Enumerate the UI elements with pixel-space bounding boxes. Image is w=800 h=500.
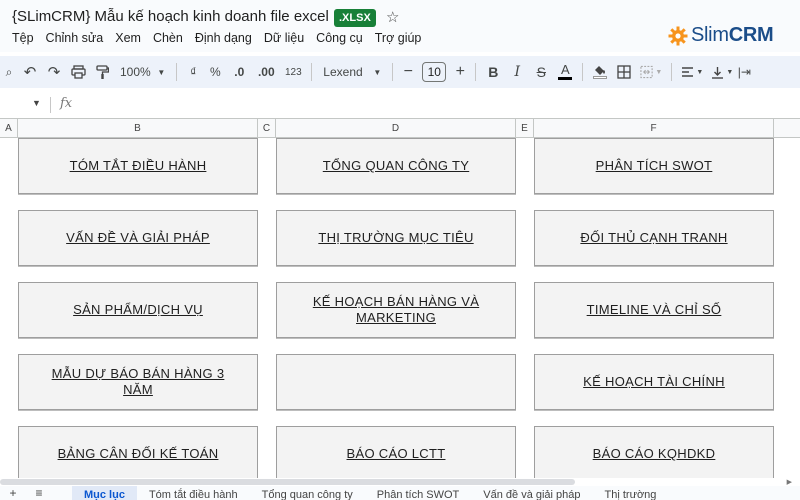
toolbar-divider: [176, 63, 178, 81]
chevron-down-icon: ▼: [696, 68, 704, 76]
menu-insert[interactable]: Chèn: [147, 31, 189, 45]
sheet-grid: TÓM TẮT ĐIỀU HÀNH TỔNG QUAN CÔNG TY PHÂN…: [0, 138, 800, 478]
chevron-down-icon: ▼: [655, 68, 663, 76]
borders-icon[interactable]: [612, 60, 636, 84]
menu-bar: Tệp Chỉnh sửa Xem Chèn Định dạng Dữ liệu…: [6, 31, 427, 45]
search-menus-icon[interactable]: ⌕: [0, 60, 18, 84]
italic-icon[interactable]: I: [505, 60, 529, 84]
decrease-font-size-button[interactable]: −: [398, 60, 418, 84]
card-products-services[interactable]: SẢN PHẨM/DỊCH VỤ: [18, 282, 258, 338]
sheet-tab-market[interactable]: Thị trường: [593, 486, 669, 500]
card-cash-flow-report[interactable]: BÁO CÁO LCTT: [276, 426, 516, 478]
formula-bar: ▼ fx: [0, 92, 800, 118]
redo-icon[interactable]: ↷: [42, 60, 66, 84]
column-header-d[interactable]: D: [276, 119, 516, 138]
menu-edit[interactable]: Chỉnh sửa: [40, 31, 110, 45]
strikethrough-icon[interactable]: S: [529, 60, 553, 84]
sheet-tab-swot[interactable]: Phân tích SWOT: [365, 486, 472, 500]
all-sheets-icon[interactable]: ≡: [26, 486, 52, 500]
toolbar-divider: [582, 63, 584, 81]
sheet-tabs-bar: + ≡ Mục lục Tóm tắt điều hành Tổng quan …: [0, 486, 800, 500]
menu-help[interactable]: Trợ giúp: [369, 31, 428, 45]
vertical-align-icon[interactable]: ▼: [707, 60, 737, 84]
text-wrapping-icon[interactable]: |⇥: [737, 60, 751, 84]
menu-data[interactable]: Dữ liệu: [258, 31, 310, 45]
number-format-button[interactable]: 123: [280, 60, 306, 84]
card-empty: [276, 354, 516, 410]
menu-file[interactable]: Tệp: [6, 31, 40, 45]
column-header-a[interactable]: A: [0, 119, 18, 138]
chevron-down-icon: ▼: [157, 67, 166, 77]
file-type-badge: .XLSX: [334, 9, 376, 27]
document-title[interactable]: {SLimCRM} Mẫu kế hoạch kinh doanh file e…: [12, 8, 329, 25]
toolbar-divider: [671, 63, 673, 81]
card-problem-solution[interactable]: VẤN ĐỀ VÀ GIẢI PHÁP: [18, 210, 258, 266]
chevron-down-icon: ▼: [726, 68, 734, 76]
gear-icon: [668, 26, 688, 45]
chevron-down-icon: ▼: [373, 67, 382, 77]
card-balance-sheet[interactable]: BẢNG CÂN ĐỐI KẾ TOÁN: [18, 426, 258, 478]
sheet-tab-company-overview[interactable]: Tổng quan công ty: [250, 486, 365, 500]
horizontal-align-icon[interactable]: ▼: [677, 60, 707, 84]
slimcrm-logo: SlimCRM: [668, 24, 774, 47]
toolbar: ⌕ ↶ ↷ 100% ▼ ₫ % .0 .00 123 Lexend ▼ − 10…: [0, 56, 800, 88]
text-color-icon[interactable]: A: [553, 60, 577, 84]
bold-icon[interactable]: B: [481, 60, 505, 84]
brand-name: SlimCRM: [691, 24, 774, 46]
card-sales-marketing-plan[interactable]: KẾ HOẠCH BÁN HÀNG VÀ MARKETING: [276, 282, 516, 338]
menu-tools[interactable]: Công cụ: [310, 31, 369, 45]
sheet-tab-table-of-contents[interactable]: Mục lục: [72, 486, 137, 500]
font-size-field[interactable]: 10: [418, 60, 450, 84]
column-header-c[interactable]: C: [258, 119, 276, 138]
currency-format-button[interactable]: ₫: [182, 60, 204, 84]
card-financial-plan[interactable]: KẾ HOẠCH TÀI CHÍNH: [534, 354, 774, 410]
fill-color-icon[interactable]: [588, 60, 612, 84]
title-bar: {SLimCRM} Mẫu kế hoạch kinh doanh file e…: [0, 0, 800, 52]
font-select[interactable]: Lexend ▼: [317, 60, 387, 84]
decrease-decimal-button[interactable]: .0: [226, 60, 252, 84]
toolbar-divider: [392, 63, 394, 81]
menu-view[interactable]: Xem: [109, 31, 147, 45]
sheet-tab-problem-solution[interactable]: Vấn đề và giải pháp: [471, 486, 592, 500]
increase-font-size-button[interactable]: +: [450, 60, 470, 84]
column-header-e[interactable]: E: [516, 119, 534, 138]
font-name: Lexend: [323, 65, 363, 79]
column-header-b[interactable]: B: [18, 119, 258, 138]
toolbar-divider: [475, 63, 477, 81]
menu-format[interactable]: Định dạng: [189, 31, 258, 45]
card-executive-summary[interactable]: TÓM TẮT ĐIỀU HÀNH: [18, 138, 258, 194]
percent-format-button[interactable]: %: [204, 60, 226, 84]
zoom-value: 100%: [120, 65, 151, 79]
scrollbar-thumb[interactable]: [0, 479, 575, 485]
merge-cells-icon[interactable]: ▼: [636, 60, 666, 84]
horizontal-scrollbar[interactable]: ▶: [0, 478, 800, 486]
star-icon[interactable]: ☆: [386, 8, 399, 26]
toolbar-divider: [311, 63, 313, 81]
card-income-statement[interactable]: BÁO CÁO KQHDKD: [534, 426, 774, 478]
zoom-select[interactable]: 100% ▼: [114, 60, 171, 84]
name-box-chevron-icon[interactable]: ▼: [32, 98, 41, 108]
column-header-f[interactable]: F: [534, 119, 774, 138]
column-headers: A B C D E F: [0, 118, 800, 138]
add-sheet-icon[interactable]: +: [0, 486, 26, 500]
card-swot-analysis[interactable]: PHÂN TÍCH SWOT: [534, 138, 774, 194]
undo-icon[interactable]: ↶: [18, 60, 42, 84]
paint-format-icon[interactable]: [90, 60, 114, 84]
increase-decimal-button[interactable]: .00: [252, 60, 280, 84]
font-size-value: 10: [422, 62, 447, 82]
card-timeline-metrics[interactable]: TIMELINE VÀ CHỈ SỐ: [534, 282, 774, 338]
card-competitors[interactable]: ĐỐI THỦ CẠNH TRANH: [534, 210, 774, 266]
print-icon[interactable]: [66, 60, 90, 84]
card-target-market[interactable]: THỊ TRƯỜNG MỤC TIÊU: [276, 210, 516, 266]
card-company-overview[interactable]: TỔNG QUAN CÔNG TY: [276, 138, 516, 194]
scroll-right-icon[interactable]: ▶: [787, 478, 792, 486]
sheet-tab-executive-summary[interactable]: Tóm tắt điều hành: [137, 486, 250, 500]
card-3-year-sales-forecast[interactable]: MẪU DỰ BÁO BÁN HÀNG 3 NĂM: [18, 354, 258, 410]
formula-bar-divider: [50, 97, 51, 113]
fx-icon: fx: [60, 96, 73, 111]
